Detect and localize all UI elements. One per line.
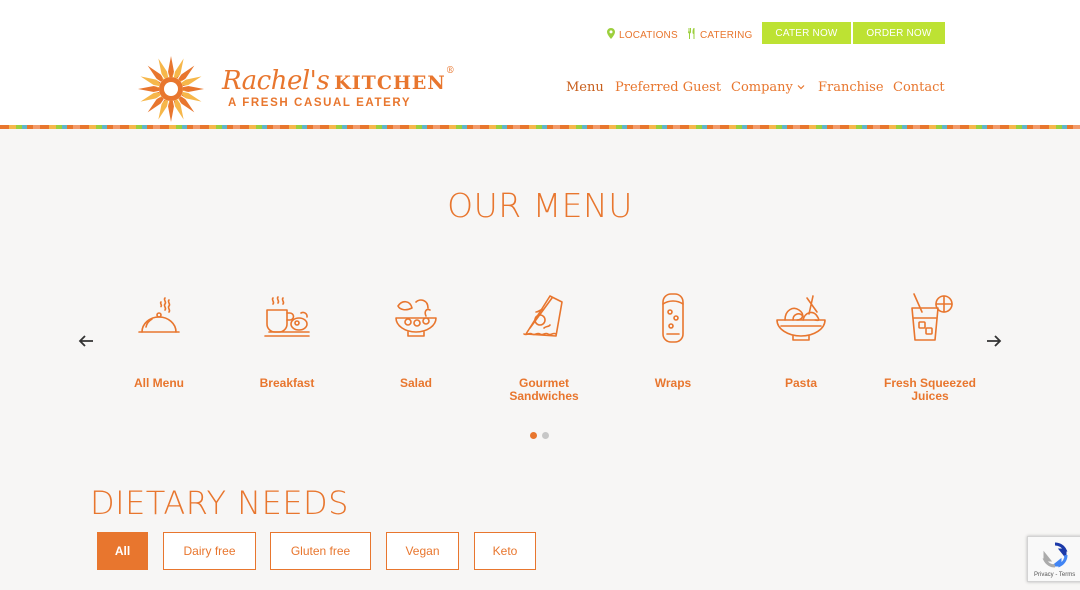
dietary-needs-heading: DIETARY NEEDS [90,484,349,522]
catering-label: CATERING [700,29,753,41]
filter-gluten-free-button[interactable]: Gluten free [270,532,371,570]
nav-item-label: Menu [566,80,604,95]
logo-wordmark[interactable]: Rachel's KITCHEN® [222,66,455,96]
order-now-button[interactable]: ORDER NOW [853,22,945,44]
catering-link[interactable]: CATERING [687,28,753,42]
category-label: Breakfast [259,376,315,390]
header-color-stripe [0,125,1080,129]
nav-item-label: Preferred Guest [615,80,722,95]
recaptcha-links[interactable]: Privacy - Terms [1034,572,1075,578]
carousel-prev-button[interactable] [75,330,97,352]
breakfast-icon [259,290,315,346]
salad-icon [388,290,444,346]
cloche-icon [131,290,187,346]
category-label: Pasta [784,376,818,390]
map-pin-icon [607,28,615,42]
recaptcha-badge[interactable]: Privacy - Terms [1027,536,1080,582]
nav-item-label: Company [731,80,793,95]
juice-icon [902,290,958,346]
nav-item-label: Franchise [818,80,884,95]
carousel-next-button[interactable] [983,330,1005,352]
arrow-right-icon [987,335,1002,347]
wrap-icon [645,290,701,346]
locations-label: LOCATIONS [619,29,678,41]
arrow-left-icon [78,335,93,347]
pasta-icon [773,290,829,346]
utensils-icon [687,28,696,42]
carousel-dot[interactable] [542,432,549,439]
nav-item-company[interactable]: Company [731,80,805,95]
nav-item-menu[interactable]: Menu [566,80,604,95]
sandwich-icon [516,290,572,346]
logo-name-caps: KITCHEN [334,72,446,94]
locations-link[interactable]: LOCATIONS [607,28,678,42]
nav-item-contact[interactable]: Contact [893,80,945,95]
category-label: All Menu [134,376,184,390]
nav-item-franchise[interactable]: Franchise [818,80,884,95]
cater-now-button[interactable]: CATER NOW [762,22,851,44]
category-label: Wraps [654,376,692,390]
nav-item-label: Contact [893,80,945,95]
our-menu-heading: OUR MENU [447,186,633,225]
filter-vegan-button[interactable]: Vegan [386,532,459,570]
chevron-down-icon [797,83,805,93]
logo-sun-icon[interactable] [137,55,205,123]
filter-keto-button[interactable]: Keto [474,532,536,570]
nav-item-preferred-guest[interactable]: Preferred Guest [615,80,721,95]
category-label: Fresh Squeezed Juices [883,376,977,403]
logo-name-script: Rachel's [222,66,330,96]
logo-tagline: A FRESH CASUAL EATERY [228,97,412,109]
site-header: LOCATIONS CATERING CATER NOW ORDER NOW R… [0,0,1080,125]
carousel-dot-active[interactable] [530,432,537,439]
registered-mark: ® [445,66,455,76]
category-label: Salad [399,376,432,390]
filter-all-button[interactable]: All [97,532,148,570]
category-label: Gourmet Sandwiches [509,376,579,403]
filter-dairy-free-button[interactable]: Dairy free [163,532,256,570]
recaptcha-icon [1042,542,1068,568]
